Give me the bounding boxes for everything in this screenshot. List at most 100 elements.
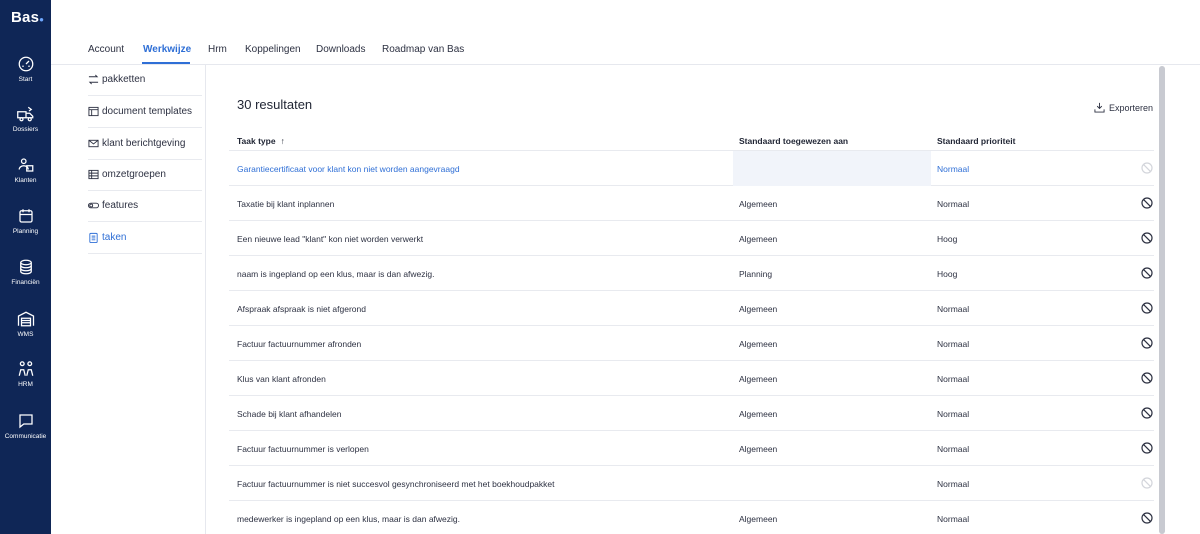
assigned-cell: Algemeen: [739, 339, 778, 349]
table-row[interactable]: Een nieuwe lead "klant" kon niet worden …: [229, 221, 1154, 256]
arrows-icon: [88, 74, 99, 85]
block-icon[interactable]: [1141, 267, 1153, 279]
task-type-cell: Klus van klant afronden: [237, 374, 326, 384]
people-icon: [18, 361, 33, 376]
download-icon: [1094, 102, 1105, 113]
table-row[interactable]: Afspraak afspraak is niet afgerond Algeme…: [229, 291, 1154, 326]
column-header-assigned: Standaard toegewezen aan: [739, 136, 849, 146]
block-icon[interactable]: [1141, 372, 1153, 384]
tab-roadmap[interactable]: Roadmap van Bas: [382, 44, 464, 55]
block-icon[interactable]: [1141, 442, 1153, 454]
task-type-cell: Factuur factuurnummer is niet succesvol …: [237, 479, 555, 489]
export-label: Exporteren: [1109, 103, 1154, 113]
assigned-cell: Algemeen: [739, 514, 778, 524]
block-icon[interactable]: [1141, 162, 1153, 174]
priority-cell: Normaal: [937, 304, 970, 314]
subnav-label: taken: [102, 232, 127, 243]
priority-cell: Normaal: [937, 199, 970, 209]
sidebar-item-label: WMS: [17, 331, 34, 338]
logo-dot: ●: [39, 15, 45, 24]
subnav-item-taken[interactable]: taken: [88, 223, 202, 254]
scrollbar-track[interactable]: [1159, 66, 1165, 534]
task-type-cell: medewerker is ingepland op een klus, maa…: [237, 514, 461, 524]
table-row[interactable]: Factuur factuurnummer is verlopen Algemee…: [229, 431, 1154, 466]
table-row[interactable]: naam is ingepland op een klus, maar is d…: [229, 256, 1154, 291]
sidebar-item-dossiers[interactable]: Dossiers: [0, 105, 51, 153]
clipboard-icon: [89, 232, 98, 243]
sidebar-item-label: Klanten: [14, 177, 37, 184]
customers-icon: [18, 158, 33, 172]
subnav-item-klant-berichtgeving[interactable]: klant berichtgeving: [88, 129, 202, 160]
task-type-cell: Afspraak afspraak is niet afgerond: [237, 304, 366, 314]
task-type-cell: Schade bij klant afhandelen: [237, 409, 342, 419]
table-row[interactable]: Klus van klant afronden Algemeen Normaal: [229, 361, 1154, 396]
table-row[interactable]: Schade bij klant afhandelen Algemeen Norma…: [229, 396, 1154, 431]
column-header-priority: Standaard prioriteit: [937, 136, 1016, 146]
subnav-label: features: [102, 200, 139, 211]
sort-ascending-icon: ↑: [280, 136, 285, 146]
tab-werkwijze[interactable]: Werkwijze: [143, 44, 191, 55]
subnav-divider: [205, 65, 206, 534]
gauge-icon: [18, 56, 33, 72]
sidebar: Bas● Start Dossiers Klanten Planning Fin…: [0, 0, 51, 534]
sidebar-item-label: Planning: [12, 228, 39, 235]
cell-highlight: [733, 151, 931, 186]
sidebar-item-communicatie[interactable]: Communicatie: [0, 412, 51, 460]
subnav-item-document-templates[interactable]: document templates: [88, 97, 202, 128]
sidebar-item-wms[interactable]: WMS: [0, 310, 51, 358]
assigned-cell: Algemeen: [739, 199, 778, 209]
block-icon[interactable]: [1141, 197, 1153, 209]
block-icon[interactable]: [1141, 302, 1153, 314]
sidebar-item-klanten[interactable]: Klanten: [0, 156, 51, 204]
export-button[interactable]: Exporteren: [1094, 102, 1153, 113]
task-type-cell: naam is ingepland op een klus, maar is d…: [237, 269, 435, 279]
block-icon[interactable]: [1141, 337, 1153, 349]
table-icon: [88, 169, 99, 180]
table-row[interactable]: Factuur factuurnummer is niet succesvol …: [229, 466, 1154, 501]
priority-cell: Normaal: [937, 164, 970, 174]
scrollbar-thumb[interactable]: [1159, 66, 1165, 534]
subnav-item-pakketten[interactable]: pakketten: [88, 65, 202, 96]
sidebar-item-label: Financiën: [11, 279, 40, 286]
sidebar-item-start[interactable]: Start: [0, 55, 51, 103]
priority-cell: Hoog: [937, 269, 958, 279]
priority-cell: Normaal: [937, 339, 970, 349]
sidebar-item-planning[interactable]: Planning: [0, 207, 51, 255]
column-header-task-type[interactable]: Taak type ↑: [237, 136, 285, 146]
task-type-cell: Factuur factuurnummer is verlopen: [237, 444, 369, 454]
table-row[interactable]: Taxatie bij klant inplannen Algemeen Norma…: [229, 186, 1154, 221]
task-type-cell: Een nieuwe lead "klant" kon niet worden …: [237, 234, 424, 244]
sidebar-item-label: Start: [18, 76, 33, 83]
subnav-label: document templates: [102, 106, 193, 117]
block-icon[interactable]: [1141, 407, 1153, 419]
active-tab-indicator: [142, 62, 190, 64]
tab-account[interactable]: Account: [88, 44, 124, 55]
column-header-label: Taak type: [237, 136, 276, 146]
subnav-item-omzetgroepen[interactable]: omzetgroepen: [88, 160, 202, 191]
tab-hrm[interactable]: Hrm: [208, 44, 227, 55]
task-type-cell[interactable]: Garantiecertificaat voor klant kon niet …: [237, 164, 460, 174]
logo[interactable]: Bas●: [11, 9, 44, 26]
table-row[interactable]: Factuur factuurnummer afronden Algemeen No…: [229, 326, 1154, 361]
tab-koppelingen[interactable]: Koppelingen: [245, 44, 301, 55]
priority-cell: Normaal: [937, 409, 970, 419]
task-type-cell: Factuur factuurnummer afronden: [237, 339, 362, 349]
table-row[interactable]: Garantiecertificaat voor klant kon niet …: [229, 151, 1154, 186]
sidebar-item-label: HRM: [18, 381, 33, 388]
toggle-icon: [88, 202, 99, 209]
priority-cell: Normaal: [937, 479, 970, 489]
coins-icon: [19, 259, 32, 275]
priority-cell: Normaal: [937, 444, 970, 454]
sidebar-item-hrm[interactable]: HRM: [0, 360, 51, 408]
block-icon[interactable]: [1141, 512, 1153, 524]
subnav-label: klant berichtgeving: [102, 138, 186, 149]
sub-navigation: pakketten document templates klant beric…: [88, 65, 205, 534]
calendar-icon: [18, 209, 33, 223]
sidebar-item-financien[interactable]: Financiën: [0, 258, 51, 306]
block-icon[interactable]: [1141, 477, 1153, 489]
assigned-cell: Algemeen: [739, 304, 778, 314]
table-row[interactable]: medewerker is ingepland op een klus, maa…: [229, 501, 1154, 534]
subnav-item-features[interactable]: features: [88, 191, 202, 222]
block-icon[interactable]: [1141, 232, 1153, 244]
tab-downloads[interactable]: Downloads: [316, 44, 365, 55]
